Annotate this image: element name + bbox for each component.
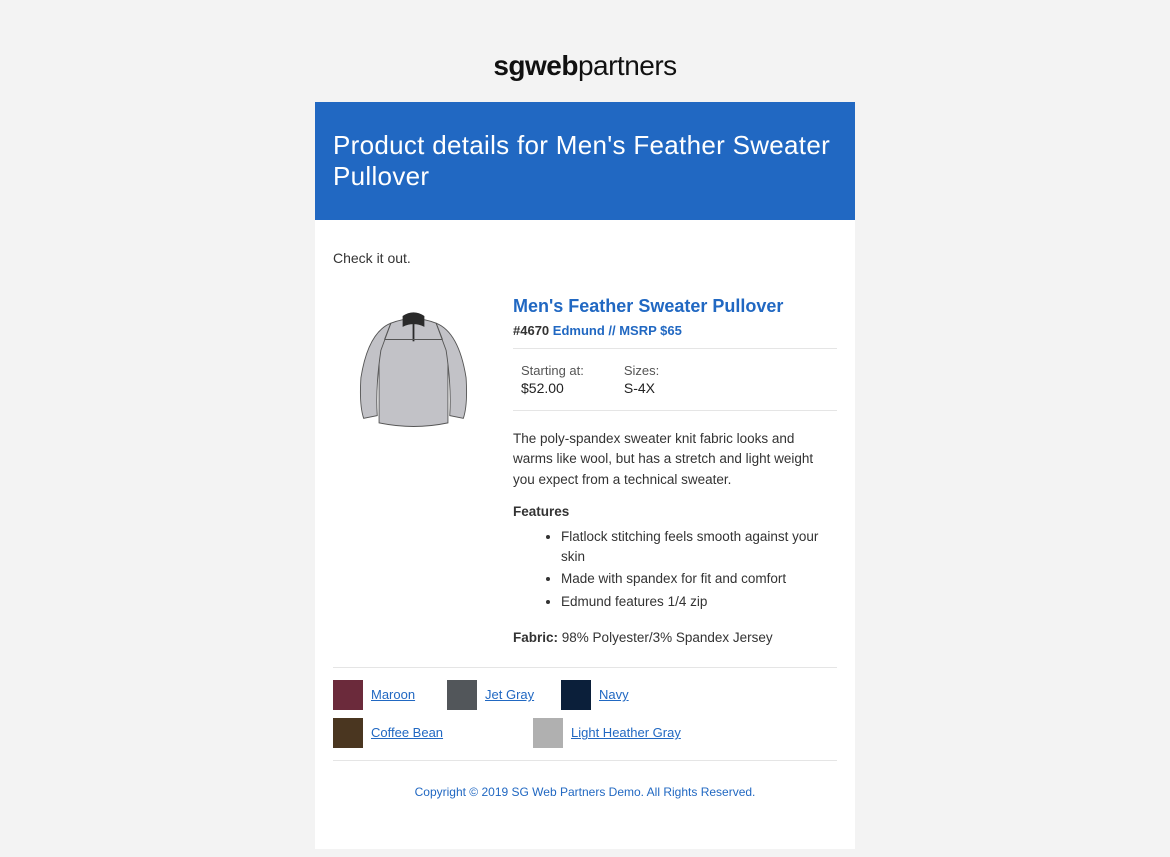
fabric-value: 98% Polyester/3% Spandex Jersey: [562, 630, 773, 645]
pullover-illustration-icon: [341, 296, 486, 441]
page-title: Product details for Men's Feather Sweate…: [315, 102, 855, 220]
starting-at-value: $52.00: [521, 380, 584, 396]
color-option-navy[interactable]: Navy: [561, 680, 675, 710]
color-link[interactable]: Maroon: [371, 687, 415, 702]
feature-item: Flatlock stitching feels smooth against …: [561, 527, 837, 568]
color-link[interactable]: Navy: [599, 687, 629, 702]
color-link[interactable]: Jet Gray: [485, 687, 534, 702]
colors-section: Maroon Jet Gray Navy Coffee Bean Light H…: [333, 667, 837, 761]
swatch-icon: [333, 718, 363, 748]
swatch-icon: [333, 680, 363, 710]
features-list: Flatlock stitching feels smooth against …: [513, 527, 837, 612]
fabric-label: Fabric:: [513, 630, 558, 645]
color-option-light-heather-gray[interactable]: Light Heather Gray: [533, 718, 733, 748]
swatch-icon: [447, 680, 477, 710]
color-link[interactable]: Light Heather Gray: [571, 725, 681, 740]
swatch-icon: [533, 718, 563, 748]
features-heading: Features: [513, 504, 837, 519]
product-image: [333, 296, 493, 645]
sku-brand-msrp: Edmund // MSRP $65: [553, 323, 682, 338]
sizes-value: S-4X: [624, 380, 659, 396]
sku-code: #4670: [513, 323, 549, 338]
color-link[interactable]: Coffee Bean: [371, 725, 443, 740]
feature-item: Made with spandex for fit and comfort: [561, 569, 837, 589]
fabric-line: Fabric: 98% Polyester/3% Spandex Jersey: [513, 630, 837, 645]
intro-text: Check it out.: [333, 250, 837, 266]
logo-bold: sgweb: [493, 50, 578, 81]
feature-item: Edmund features 1/4 zip: [561, 592, 837, 612]
product-card: Product details for Men's Feather Sweate…: [315, 102, 855, 849]
footer-copyright: Copyright © 2019 SG Web Partners Demo. A…: [333, 761, 837, 829]
brand-logo: sgwebpartners: [315, 50, 855, 82]
color-option-maroon[interactable]: Maroon: [333, 680, 447, 710]
starting-at-label: Starting at:: [521, 363, 584, 378]
meta-box: Starting at: $52.00 Sizes: S-4X: [513, 348, 837, 411]
product-title: Men's Feather Sweater Pullover: [513, 296, 837, 317]
sizes-label: Sizes:: [624, 363, 659, 378]
color-option-coffee-bean[interactable]: Coffee Bean: [333, 718, 533, 748]
logo-light: partners: [578, 50, 677, 81]
color-option-jet-gray[interactable]: Jet Gray: [447, 680, 561, 710]
product-description: The poly-spandex sweater knit fabric loo…: [513, 429, 837, 490]
swatch-icon: [561, 680, 591, 710]
sku-line: #4670 Edmund // MSRP $65: [513, 323, 837, 338]
